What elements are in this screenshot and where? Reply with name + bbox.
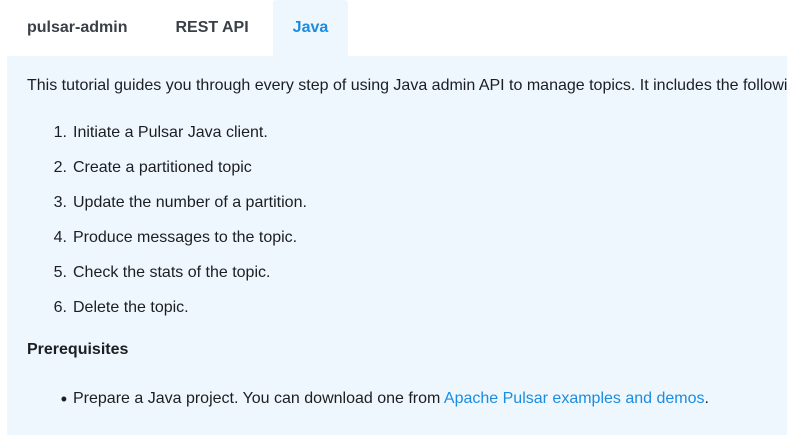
step-text: Initiate a Pulsar Java client.	[73, 124, 268, 141]
tab-pulsar-admin[interactable]: pulsar-admin	[0, 0, 151, 56]
prerequisites-heading: Prerequisites	[27, 341, 129, 358]
step-number: 4.	[53, 229, 67, 246]
list-item: 1. Initiate a Pulsar Java client.	[27, 122, 307, 157]
tab-java[interactable]: Java	[272, 0, 349, 56]
steps-list: 1. Initiate a Pulsar Java client. 2. Cre…	[27, 122, 307, 332]
step-number: 5.	[53, 264, 67, 281]
step-text: Check the stats of the topic.	[73, 264, 271, 281]
tab-rest-api[interactable]: REST API	[151, 0, 272, 56]
bullet-icon: •	[60, 389, 67, 409]
tab-panel-java: This tutorial guides you through every s…	[7, 56, 787, 435]
step-number: 6.	[53, 299, 67, 316]
step-text: Create a partitioned topic	[73, 159, 252, 176]
page: pulsar-admin REST API Java This tutorial…	[0, 0, 787, 435]
step-text: Delete the topic.	[73, 299, 189, 316]
list-item: 5. Check the stats of the topic.	[27, 262, 307, 297]
examples-link[interactable]: Apache Pulsar examples and demos	[444, 390, 705, 407]
step-number: 1.	[53, 124, 67, 141]
tab-bar: pulsar-admin REST API Java	[0, 0, 787, 56]
intro-paragraph: This tutorial guides you through every s…	[27, 77, 787, 94]
prerequisite-prefix: Prepare a Java project. You can download…	[73, 390, 444, 407]
step-number: 2.	[53, 159, 67, 176]
list-item: 2. Create a partitioned topic	[27, 157, 307, 192]
prerequisite-text: Prepare a Java project. You can download…	[73, 388, 709, 410]
list-item: 3. Update the number of a partition.	[27, 192, 307, 227]
list-item: 4. Produce messages to the topic.	[27, 227, 307, 262]
step-text: Produce messages to the topic.	[73, 229, 298, 246]
step-number: 3.	[53, 194, 67, 211]
list-item: 6. Delete the topic.	[27, 297, 307, 332]
prerequisite-suffix: .	[704, 390, 709, 407]
list-item: • Prepare a Java project. You can downlo…	[27, 388, 709, 410]
step-text: Update the number of a partition.	[73, 194, 307, 211]
